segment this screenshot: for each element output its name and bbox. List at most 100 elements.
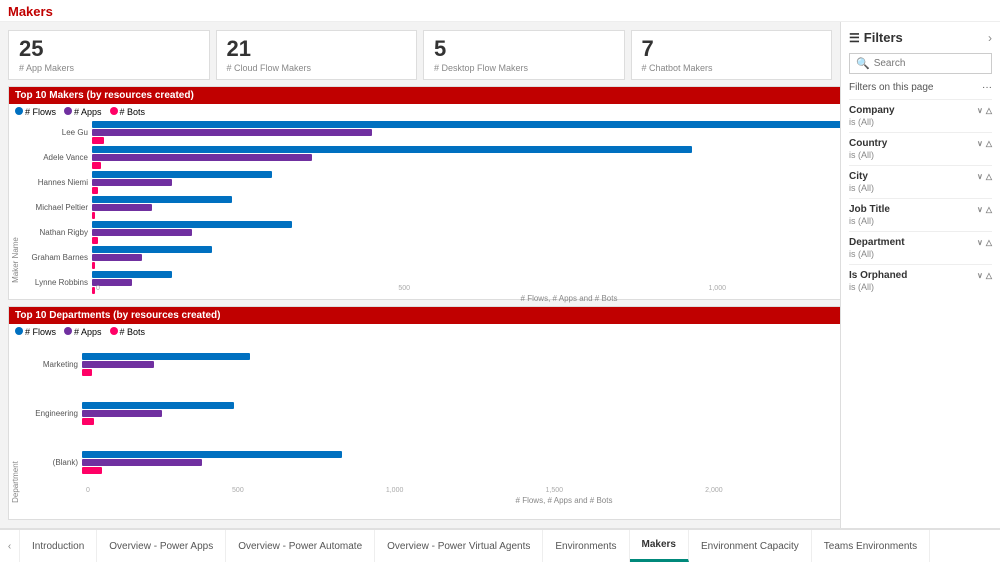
table-row: Adele Vance bbox=[22, 146, 840, 169]
chevron-down-icon[interactable]: ∨ bbox=[977, 172, 983, 181]
kpi-value-cloudflow-makers: 21 bbox=[227, 37, 407, 61]
filters-panel: ☰ Filters › 🔍 Filters on this page ··· C… bbox=[840, 22, 1000, 528]
table-row: Marketing bbox=[22, 353, 840, 376]
filter-item[interactable]: Company ∨ △ is (All) bbox=[849, 99, 992, 132]
top10depts-title: Top 10 Departments (by resources created… bbox=[9, 307, 840, 324]
filter-item[interactable]: Department ∨ △ is (All) bbox=[849, 231, 992, 264]
filter-items-list: Company ∨ △ is (All) Country ∨ △ is (All… bbox=[849, 99, 992, 297]
filter-item-label: Is Orphaned bbox=[849, 270, 907, 281]
kpi-label-chatbot-makers: # Chatbot Makers bbox=[642, 63, 822, 73]
filter-item[interactable]: Job Title ∨ △ is (All) bbox=[849, 198, 992, 231]
top10depts-legend: # Flows # Apps # Bots bbox=[9, 324, 840, 340]
filter-search-box[interactable]: 🔍 bbox=[849, 53, 992, 74]
filter-item-label: Company bbox=[849, 105, 895, 116]
filter-item-icons[interactable]: ∨ △ bbox=[977, 205, 992, 214]
table-row: Michael Peltier bbox=[22, 196, 840, 219]
filter-item[interactable]: Country ∨ △ is (All) bbox=[849, 132, 992, 165]
table-row: Hannes Niemi bbox=[22, 171, 840, 194]
nav-tab-introduction[interactable]: Introduction bbox=[20, 530, 97, 562]
filter-title: ☰ Filters bbox=[849, 30, 903, 45]
filter-item-value: is (All) bbox=[849, 183, 992, 193]
nav-tab-teams-environments[interactable]: Teams Environments bbox=[812, 530, 930, 562]
kpi-label-app-makers: # App Makers bbox=[19, 63, 199, 73]
filter-item[interactable]: Is Orphaned ∨ △ is (All) bbox=[849, 264, 992, 297]
filter-item-icons[interactable]: ∨ △ bbox=[977, 238, 992, 247]
filter-item[interactable]: City ∨ △ is (All) bbox=[849, 165, 992, 198]
search-icon: 🔍 bbox=[856, 57, 870, 70]
chevron-down-icon[interactable]: ∨ bbox=[977, 238, 983, 247]
filter-item-icons[interactable]: ∨ △ bbox=[977, 106, 992, 115]
chevron-down-icon[interactable]: ∨ bbox=[977, 139, 983, 148]
clear-icon[interactable]: △ bbox=[986, 172, 992, 181]
table-row: (Blank) bbox=[22, 451, 840, 474]
nav-tab-overview---power-virtual-agents[interactable]: Overview - Power Virtual Agents bbox=[375, 530, 543, 562]
kpi-app-makers: 25 # App Makers bbox=[8, 30, 210, 80]
filter-item-header: Country ∨ △ bbox=[849, 138, 992, 149]
clear-icon[interactable]: △ bbox=[986, 139, 992, 148]
filter-item-icons[interactable]: ∨ △ bbox=[977, 139, 992, 148]
filter-item-label: City bbox=[849, 171, 868, 182]
chevron-down-icon[interactable]: ∨ bbox=[977, 271, 983, 280]
clear-icon[interactable]: △ bbox=[986, 271, 992, 280]
nav-tab-environment-capacity[interactable]: Environment Capacity bbox=[689, 530, 812, 562]
top10makers-chart: Lee GuAdele VanceHannes NiemiMichael Pel… bbox=[22, 120, 840, 285]
makers-y-axis: Maker Name bbox=[9, 120, 22, 285]
page-title: Makers bbox=[0, 0, 1000, 22]
clear-icon[interactable]: △ bbox=[986, 205, 992, 214]
filter-item-header: City ∨ △ bbox=[849, 171, 992, 182]
kpi-label-desktopflow-makers: # Desktop Flow Makers bbox=[434, 63, 614, 73]
filter-item-label: Country bbox=[849, 138, 887, 149]
filters-more-icon[interactable]: ··· bbox=[982, 82, 992, 93]
chevron-down-icon[interactable]: ∨ bbox=[977, 106, 983, 115]
dept-legend-apps: # Apps bbox=[74, 327, 102, 337]
top10makers-legend: # Flows # Apps # Bots bbox=[9, 104, 840, 120]
filter-expand-icon[interactable]: › bbox=[988, 31, 992, 45]
filter-icon: ☰ bbox=[849, 31, 860, 45]
nav-tab-overview---power-apps[interactable]: Overview - Power Apps bbox=[97, 530, 226, 562]
filters-on-page-label: Filters on this page ··· bbox=[849, 82, 992, 93]
top10depts-chart: Marketing Engineering (Blank) bbox=[22, 340, 840, 487]
kpi-cloudflow-makers: 21 # Cloud Flow Makers bbox=[216, 30, 418, 80]
kpi-desktopflow-makers: 5 # Desktop Flow Makers bbox=[423, 30, 625, 80]
nav-tab-makers[interactable]: Makers bbox=[630, 530, 689, 562]
top10makers-title: Top 10 Makers (by resources created) bbox=[9, 87, 840, 104]
depts-x-axis: # Flows, # Apps and # Bots bbox=[22, 496, 840, 505]
filter-item-value: is (All) bbox=[849, 249, 992, 259]
filter-item-label: Job Title bbox=[849, 204, 890, 215]
kpi-value-app-makers: 25 bbox=[19, 37, 199, 61]
legend-apps: # Apps bbox=[74, 107, 102, 117]
table-row: Engineering bbox=[22, 402, 840, 425]
dept-legend-flows: # Flows bbox=[25, 327, 56, 337]
filter-header: ☰ Filters › bbox=[849, 30, 992, 45]
clear-icon[interactable]: △ bbox=[986, 238, 992, 247]
filters-on-page-text: Filters on this page bbox=[849, 82, 934, 93]
filter-item-icons[interactable]: ∨ △ bbox=[977, 172, 992, 181]
table-row: Graham Barnes bbox=[22, 246, 840, 269]
clear-icon[interactable]: △ bbox=[986, 106, 992, 115]
nav-prev-arrow[interactable]: ‹ bbox=[0, 530, 20, 562]
filter-item-header: Department ∨ △ bbox=[849, 237, 992, 248]
table-row: Nathan Rigby bbox=[22, 221, 840, 244]
kpi-row: 25 # App Makers 21 # Cloud Flow Makers 5… bbox=[8, 30, 832, 80]
filter-item-label: Department bbox=[849, 237, 905, 248]
filter-search-input[interactable] bbox=[874, 58, 985, 69]
filter-title-text: Filters bbox=[864, 30, 903, 45]
filter-item-header: Job Title ∨ △ bbox=[849, 204, 992, 215]
table-row: Lee Gu bbox=[22, 121, 840, 144]
depts-y-axis: Department bbox=[9, 340, 22, 505]
chevron-down-icon[interactable]: ∨ bbox=[977, 205, 983, 214]
filter-item-value: is (All) bbox=[849, 216, 992, 226]
kpi-value-desktopflow-makers: 5 bbox=[434, 37, 614, 61]
filter-item-value: is (All) bbox=[849, 150, 992, 160]
filter-item-value: is (All) bbox=[849, 117, 992, 127]
kpi-label-cloudflow-makers: # Cloud Flow Makers bbox=[227, 63, 407, 73]
legend-flows: # Flows bbox=[25, 107, 56, 117]
filter-item-value: is (All) bbox=[849, 282, 992, 292]
nav-tab-overview---power-automate[interactable]: Overview - Power Automate bbox=[226, 530, 375, 562]
dept-legend-bots: # Bots bbox=[120, 327, 146, 337]
legend-bots: # Bots bbox=[120, 107, 146, 117]
filter-item-icons[interactable]: ∨ △ bbox=[977, 271, 992, 280]
kpi-value-chatbot-makers: 7 bbox=[642, 37, 822, 61]
filter-item-header: Company ∨ △ bbox=[849, 105, 992, 116]
nav-tab-environments[interactable]: Environments bbox=[543, 530, 629, 562]
